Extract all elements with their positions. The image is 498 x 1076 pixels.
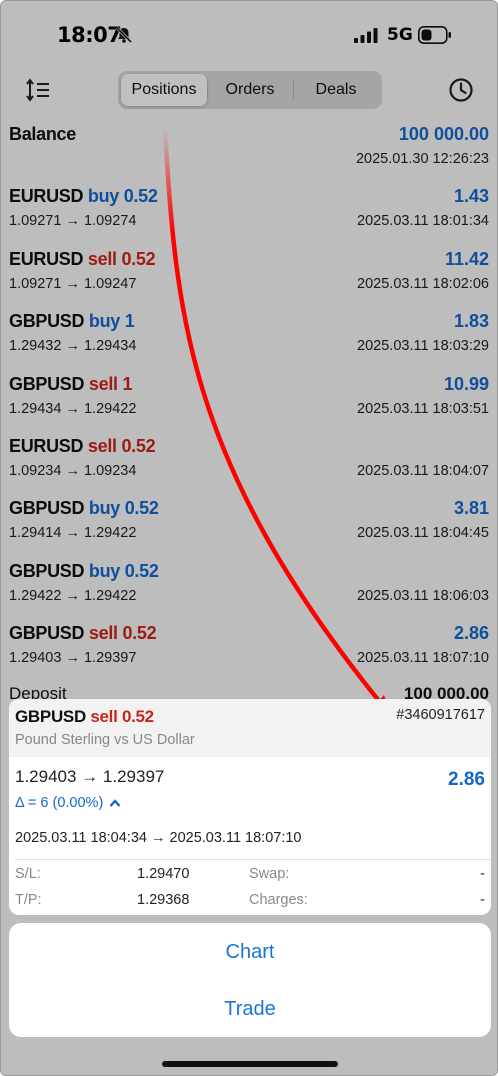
home-indicator[interactable] bbox=[162, 1061, 338, 1067]
detail-symbol: GBPUSD sell 0.52 bbox=[15, 707, 154, 726]
detail-divider bbox=[15, 859, 491, 860]
detail-delta[interactable]: Δ = 6 (0.00%) bbox=[15, 795, 121, 811]
charges-label: Charges: bbox=[249, 892, 308, 908]
detail-prices: 1.29403 → 1.29397 bbox=[15, 767, 165, 786]
action-sheet: Chart Trade bbox=[9, 923, 491, 1037]
tp-value: 1.29368 bbox=[137, 892, 190, 908]
detail-profit: 2.86 bbox=[448, 769, 485, 790]
swap-value: - bbox=[480, 866, 485, 882]
phone-screen: 18:07 5G Positions Orders Deals Balance … bbox=[0, 0, 498, 1076]
swap-label: Swap: bbox=[249, 866, 290, 882]
detail-ticket: #3460917617 bbox=[396, 707, 485, 723]
sl-value: 1.29470 bbox=[137, 866, 190, 882]
position-detail-sheet: GBPUSD sell 0.52 #3460917617 Pound Sterl… bbox=[9, 699, 491, 915]
detail-times: 2025.03.11 18:04:34 → 2025.03.11 18:07:1… bbox=[15, 830, 302, 846]
trade-button[interactable]: Trade bbox=[9, 984, 491, 1034]
chart-button[interactable]: Chart bbox=[9, 927, 491, 977]
detail-description: Pound Sterling vs US Dollar bbox=[15, 732, 195, 748]
chevron-up-icon bbox=[109, 799, 121, 807]
tp-label: T/P: bbox=[15, 892, 42, 908]
sl-label: S/L: bbox=[15, 866, 41, 882]
charges-value: - bbox=[480, 892, 485, 908]
detail-header: GBPUSD sell 0.52 #3460917617 Pound Sterl… bbox=[9, 699, 491, 757]
